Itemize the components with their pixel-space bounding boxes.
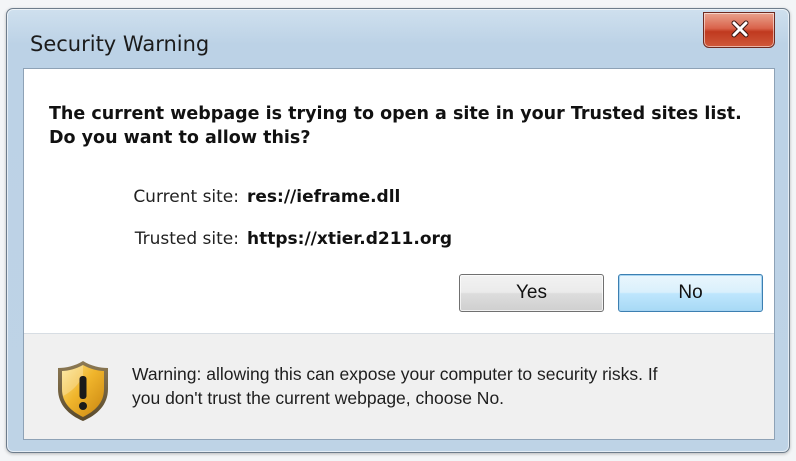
security-warning-dialog: Security Warning The current webpage is … — [6, 8, 790, 453]
dialog-title: Security Warning — [30, 32, 210, 56]
trusted-site-row: Trusted site: https://xtier.d211.org — [100, 229, 452, 249]
no-button[interactable]: No — [618, 274, 763, 312]
main-message-question: Do you want to allow this? — [49, 128, 311, 148]
current-site-value: res://ieframe.dll — [247, 187, 401, 207]
close-icon — [731, 20, 749, 38]
trusted-site-value: https://xtier.d211.org — [247, 229, 453, 249]
close-button[interactable] — [703, 12, 775, 48]
warning-line: Warning: allowing this can expose your c… — [132, 364, 658, 384]
main-message: The current webpage is trying to open a … — [49, 102, 759, 150]
warning-footer: Warning: allowing this can expose your c… — [24, 334, 774, 439]
current-site-label: Current site: — [133, 187, 239, 207]
trusted-site-label: Trusted site: — [134, 229, 239, 249]
yes-button[interactable]: Yes — [459, 274, 604, 312]
title-bar[interactable]: Security Warning — [7, 9, 789, 67]
main-message-line: The current webpage is trying to open a … — [49, 104, 742, 124]
security-warning-text: Warning: allowing this can expose your c… — [132, 362, 772, 410]
current-site-row: Current site: res://ieframe.dll — [100, 187, 400, 207]
dialog-content: The current webpage is trying to open a … — [23, 68, 775, 440]
shield-warning-icon — [58, 361, 108, 421]
warning-line: you don't trust the current webpage, cho… — [132, 388, 505, 408]
